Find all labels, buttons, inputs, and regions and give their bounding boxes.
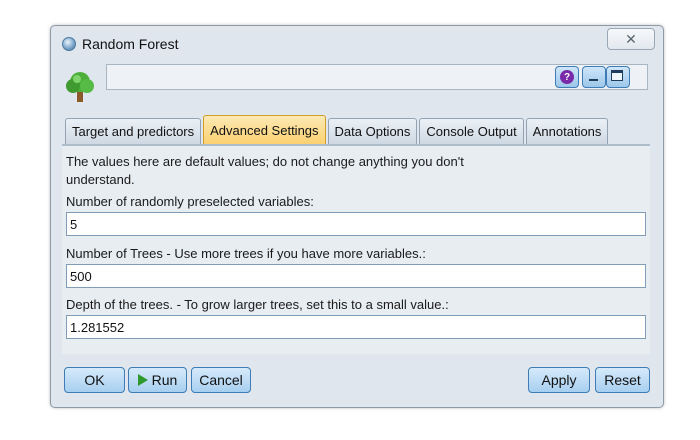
tab-annotations[interactable]: Annotations xyxy=(525,118,609,144)
preselected-variables-input[interactable]: 5 xyxy=(66,212,646,236)
number-of-trees-input[interactable]: 500 xyxy=(66,264,646,288)
random-forest-dialog: Random Forest ✕ ? Target and predictors … xyxy=(50,25,664,408)
tab-bar: Target and predictors Advanced Settings … xyxy=(65,115,610,144)
settings-description: The values here are default values; do n… xyxy=(66,154,464,187)
preselected-variables-label: Number of randomly preselected variables… xyxy=(66,194,314,209)
run-icon xyxy=(137,374,148,386)
tab-advanced-settings[interactable]: Advanced Settings xyxy=(203,115,326,144)
cancel-button[interactable]: Cancel xyxy=(191,367,251,393)
title-bar[interactable]: Random Forest ✕ xyxy=(51,26,663,60)
close-button[interactable]: ✕ xyxy=(607,28,655,50)
apply-button[interactable]: Apply xyxy=(528,367,590,393)
minimize-icon[interactable] xyxy=(582,66,606,88)
maximize-icon[interactable] xyxy=(606,66,630,88)
window-title: Random Forest xyxy=(82,36,179,52)
tab-data-options[interactable]: Data Options xyxy=(327,118,418,144)
tab-target-and-predictors[interactable]: Target and predictors xyxy=(65,118,202,144)
tree-depth-label: Depth of the trees. - To grow larger tre… xyxy=(66,297,449,312)
tab-console-output[interactable]: Console Output xyxy=(419,118,524,144)
advanced-settings-panel: The values here are default values; do n… xyxy=(62,144,650,354)
ok-button[interactable]: OK xyxy=(64,367,125,393)
run-label: Run xyxy=(151,372,178,388)
tree-depth-input[interactable]: 1.281552 xyxy=(66,315,646,339)
help-button[interactable]: ? xyxy=(555,66,579,88)
app-icon xyxy=(62,37,76,51)
reset-button[interactable]: Reset xyxy=(595,367,650,393)
number-of-trees-label: Number of Trees - Use more trees if you … xyxy=(66,246,426,261)
close-icon: ✕ xyxy=(625,30,637,47)
run-button[interactable]: Run xyxy=(128,367,187,393)
help-icon: ? xyxy=(560,70,574,84)
tree-icon xyxy=(66,72,94,102)
